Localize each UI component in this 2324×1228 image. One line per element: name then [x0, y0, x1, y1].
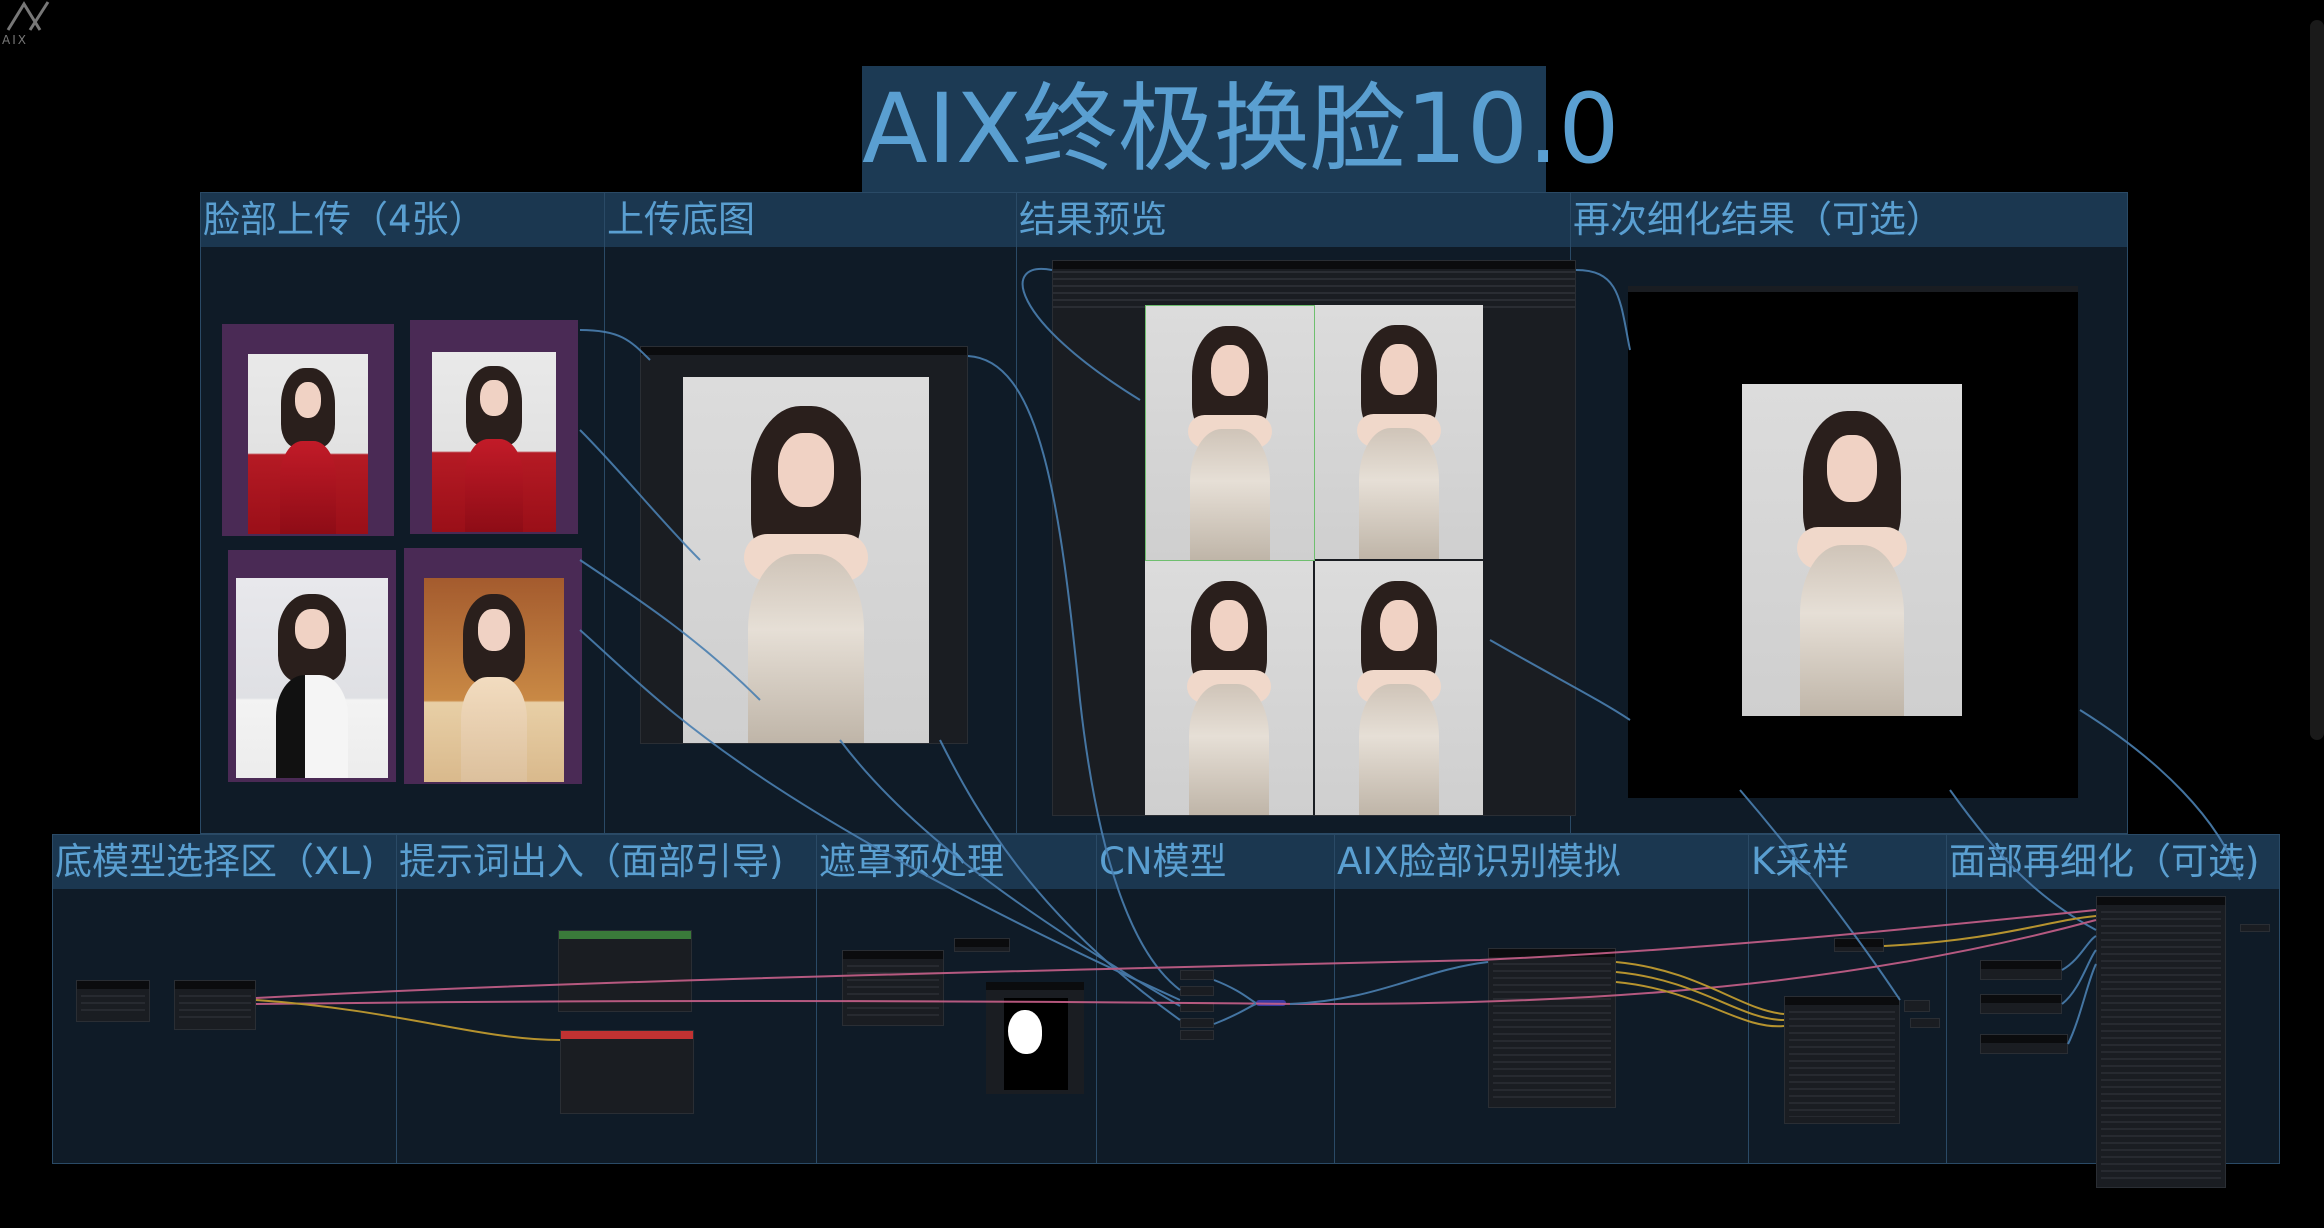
connection-wires: [255, 267, 2241, 1045]
